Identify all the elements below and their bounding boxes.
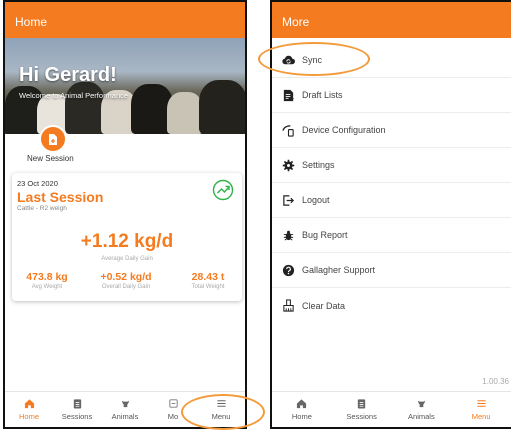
nav-label: Menu (471, 412, 491, 421)
new-session-label: New Session (27, 154, 74, 163)
menu-item-gallagher-support[interactable]: Gallagher Support (272, 253, 511, 288)
stat-caption: Avg Weight (31, 284, 63, 290)
menu-item-label: Gallagher Support (302, 265, 376, 275)
menu-icon (477, 400, 486, 407)
app-bar: Home (5, 2, 245, 38)
menu-item-device-configuration[interactable]: Device Configuration (272, 113, 511, 148)
menu-item-label: Settings (302, 160, 335, 170)
stat-overall-gain: +0.52 kg/d Overall Daily Gain (90, 271, 162, 290)
greeting: Hi Gerard! (19, 64, 117, 86)
new-session-button[interactable] (39, 125, 67, 153)
welcome-text: Welcome to Animal Performance (19, 91, 129, 100)
nav-label: Sessions (61, 412, 93, 421)
hero-banner: Hi Gerard! Welcome to Animal Performance (5, 38, 245, 134)
stat-avg-weight: 473.8 kg Avg Weight (22, 271, 72, 290)
document-list-icon (283, 89, 294, 101)
menu-item-label: Bug Report (302, 230, 348, 240)
nav-label: Animals (408, 412, 435, 421)
adg-caption: Average Daily Gain (101, 256, 153, 262)
menu-item-label: Logout (302, 195, 330, 205)
nav-label: Home (291, 412, 312, 421)
stat-value: 28.43 t (191, 271, 225, 283)
session-subtitle: Cattle - R2 weigh (17, 205, 67, 212)
cow-head-icon (417, 400, 426, 408)
nav-home[interactable]: Home (272, 392, 332, 427)
nav-home[interactable]: Home (5, 392, 53, 427)
nav-sessions[interactable]: Sessions (332, 392, 392, 427)
logout-icon (283, 194, 294, 206)
nav-label: Mo (167, 412, 179, 421)
nav-sessions[interactable]: Sessions (53, 392, 101, 427)
stat-value: +0.52 kg/d (100, 271, 152, 283)
device-config-icon (282, 124, 294, 137)
menu-item-draft-lists[interactable]: Draft Lists (272, 78, 511, 113)
gear-icon (282, 159, 295, 171)
menu-item-logout[interactable]: Logout (272, 183, 511, 218)
new-document-icon (49, 133, 57, 145)
menu-highlight-circle (181, 394, 265, 430)
session-date: 23 Oct 2020 (17, 179, 58, 188)
clipboard-icon (73, 399, 81, 409)
stat-value: 473.8 kg (26, 271, 68, 283)
sync-highlight-circle (258, 42, 370, 76)
menu-item-clear-data[interactable]: Clear Data (272, 288, 511, 323)
nav-label: Animals (111, 412, 139, 421)
help-icon (282, 264, 295, 276)
trend-up-icon (212, 179, 234, 201)
session-title: Last Session (17, 189, 104, 205)
menu-item-label: Device Configuration (302, 125, 386, 135)
cow-head-icon (121, 400, 129, 408)
page-title: Home (15, 15, 48, 29)
stat-caption: Overall Daily Gain (101, 284, 151, 290)
nav-menu[interactable]: Menu (451, 392, 511, 427)
stat-caption: Total Weight (191, 284, 225, 290)
menu-item-bug-report[interactable]: Bug Report (272, 218, 511, 253)
adg-value: +1.12 kg/d (80, 231, 174, 252)
clear-data-icon (283, 299, 294, 312)
nav-label: Home (18, 412, 39, 421)
nav-label: Sessions (346, 412, 377, 421)
bottom-nav: Home Sessions Animals Menu (272, 391, 511, 427)
nav-animals[interactable]: Animals (392, 392, 452, 427)
nav-animals[interactable]: Animals (101, 392, 149, 427)
menu-item-label: Draft Lists (302, 90, 343, 100)
menu-item-settings[interactable]: Settings (272, 148, 511, 183)
last-session-card[interactable]: 23 Oct 2020 Last Session Cattle - R2 wei… (12, 173, 242, 301)
stat-total-weight: 28.43 t Total Weight (180, 271, 236, 290)
clipboard-icon (357, 399, 366, 409)
home-icon (297, 399, 307, 409)
device-icon (168, 399, 178, 408)
app-version: 1.00.36 (482, 377, 509, 386)
app-bar: More (272, 2, 511, 38)
menu-item-label: Clear Data (302, 300, 346, 311)
page-title: More (282, 15, 310, 29)
home-screen: Home Hi Gerard! Welcome to Animal Perfor… (3, 0, 247, 429)
home-icon (24, 399, 34, 409)
bug-icon (283, 230, 294, 241)
